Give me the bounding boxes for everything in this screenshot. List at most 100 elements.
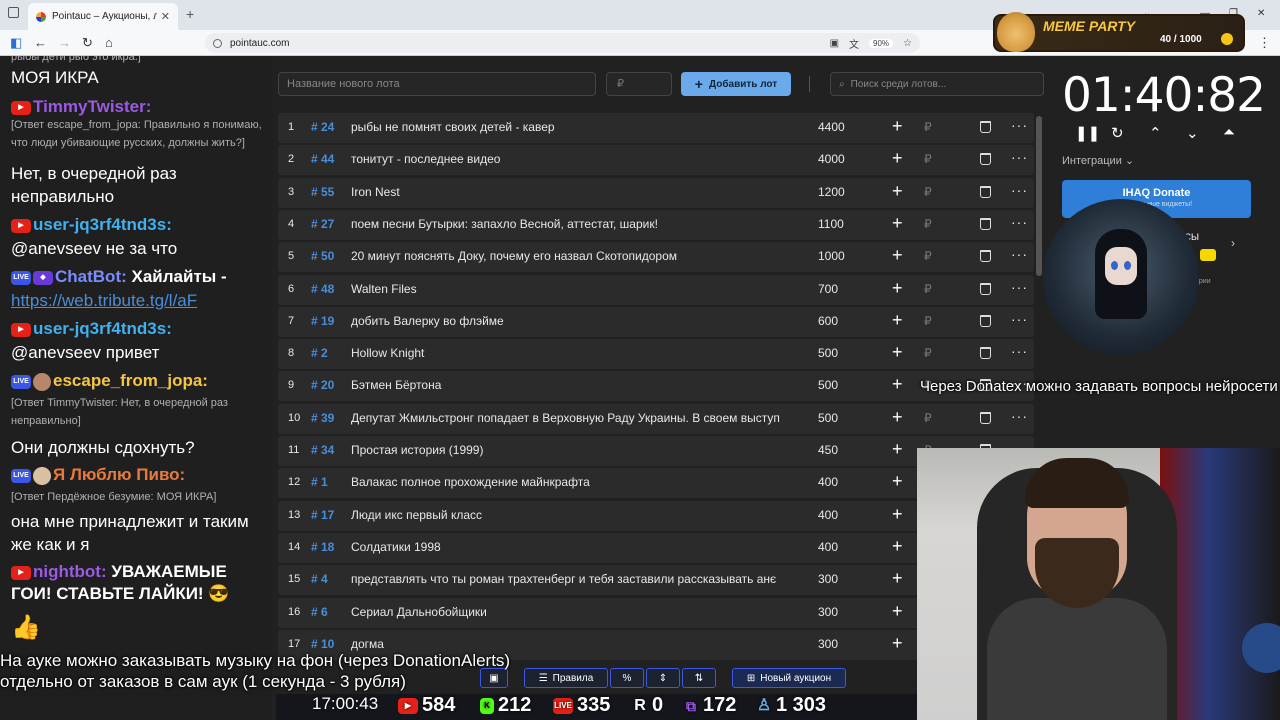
- browser-tab[interactable]: Pointauc – Аукционы, лотереи ✕: [28, 3, 178, 30]
- sort-icon[interactable]: ⇅: [682, 668, 716, 688]
- amount-input[interactable]: ₽: [924, 411, 932, 425]
- lot-name[interactable]: Iron Nest: [351, 185, 803, 199]
- trash-icon[interactable]: [980, 185, 991, 198]
- browser-menu-icon[interactable]: ⋮: [1258, 35, 1271, 51]
- lot-name[interactable]: Депутат Жмильстронг попадает в Верховную…: [351, 411, 803, 425]
- home-icon[interactable]: ⌂: [105, 35, 113, 50]
- pause-icon[interactable]: ❚❚: [1075, 124, 1100, 142]
- new-auction-button[interactable]: ⊞ Новый аукцион: [732, 668, 846, 688]
- amount-input[interactable]: ₽: [924, 249, 932, 263]
- lot-name[interactable]: тонитут - последнее видео: [351, 152, 803, 166]
- lot-name[interactable]: Солдатики 1998: [351, 540, 803, 554]
- save-icon[interactable]: ▣: [480, 668, 508, 688]
- lot-name[interactable]: догма: [351, 637, 803, 651]
- chat-link[interactable]: https://web.tribute.tg/l/aF: [11, 289, 269, 312]
- close-window-icon[interactable]: ✕: [1257, 8, 1265, 19]
- close-tab-icon[interactable]: ✕: [161, 10, 170, 23]
- bookmark-star-icon[interactable]: ☆: [903, 38, 912, 49]
- trash-icon[interactable]: [980, 250, 991, 263]
- decrease-time-icon[interactable]: ⌄: [1186, 124, 1199, 142]
- lot-name[interactable]: Бэтмен Бёртона: [351, 378, 803, 392]
- rules-button[interactable]: ☰ Правила: [524, 668, 608, 688]
- amount-input[interactable]: ₽: [924, 314, 932, 328]
- lot-name[interactable]: поем песни Бутырки: запахло Весной, атте…: [351, 217, 803, 231]
- chevron-right-icon[interactable]: ›: [1231, 236, 1235, 250]
- lot-name[interactable]: Простая история (1999): [351, 443, 803, 457]
- more-options-icon[interactable]: ···: [1011, 214, 1028, 230]
- amount-input[interactable]: ₽: [924, 152, 932, 166]
- lot-row[interactable]: 2 # 44 тонитут - последнее видео 4000 + ₽ ···: [278, 145, 1034, 176]
- lot-name[interactable]: 20 минут пояснять Доку, почему его назва…: [351, 249, 803, 263]
- add-amount-icon[interactable]: +: [892, 116, 903, 137]
- add-amount-icon[interactable]: +: [892, 471, 903, 492]
- trash-icon[interactable]: [980, 153, 991, 166]
- percent-button[interactable]: %: [610, 668, 644, 688]
- add-amount-icon[interactable]: +: [892, 342, 903, 363]
- site-info-icon[interactable]: [213, 38, 222, 48]
- restart-icon[interactable]: ↻: [1111, 124, 1124, 142]
- add-amount-icon[interactable]: +: [892, 278, 903, 299]
- add-amount-icon[interactable]: +: [892, 407, 903, 428]
- trash-icon[interactable]: [980, 217, 991, 230]
- tab-list-icon[interactable]: [8, 7, 19, 18]
- lot-row[interactable]: 1 # 24 рыбы не помнят своих детей - кавер 4…: [278, 113, 1034, 143]
- increase-time-icon[interactable]: ⌃: [1149, 124, 1162, 142]
- amount-input[interactable]: ₽: [924, 282, 932, 296]
- add-amount-icon[interactable]: +: [892, 374, 903, 395]
- lot-row[interactable]: 4 # 27 поем песни Бутырки: запахло Весной,…: [278, 209, 1034, 240]
- new-tab-icon[interactable]: +: [186, 6, 194, 22]
- add-amount-icon[interactable]: +: [892, 536, 903, 557]
- add-amount-icon[interactable]: +: [892, 181, 903, 202]
- more-options-icon[interactable]: ···: [1011, 117, 1028, 133]
- trash-icon[interactable]: [980, 121, 991, 133]
- amount-input[interactable]: ₽: [924, 120, 932, 134]
- lot-price-input[interactable]: ₽: [606, 72, 672, 96]
- lot-name[interactable]: добить Валерку во флэйме: [351, 314, 803, 328]
- add-amount-icon[interactable]: +: [892, 504, 903, 525]
- lot-name[interactable]: Hollow Knight: [351, 346, 803, 360]
- forward-icon[interactable]: →: [58, 35, 71, 50]
- add-amount-icon[interactable]: +: [892, 633, 903, 654]
- lot-name[interactable]: Люди икс первый класс: [351, 508, 803, 522]
- more-options-icon[interactable]: ···: [1011, 246, 1028, 262]
- lot-row[interactable]: 8 # 2 Hollow Knight 500 + ₽ ···: [278, 339, 1034, 370]
- lot-name[interactable]: Walten Files: [351, 282, 803, 296]
- add-amount-icon[interactable]: +: [892, 213, 903, 234]
- amount-input[interactable]: ₽: [924, 185, 932, 199]
- new-lot-input[interactable]: Название нового лота: [278, 72, 596, 96]
- add-amount-icon[interactable]: +: [892, 148, 903, 169]
- lot-row[interactable]: 5 # 50 20 минут пояснять Доку, почему его …: [278, 242, 1034, 273]
- translate-icon[interactable]: 文: [849, 36, 859, 51]
- zoom-badge[interactable]: 90%: [869, 39, 894, 48]
- trash-icon[interactable]: [980, 314, 991, 327]
- reload-icon[interactable]: ↻: [82, 35, 93, 51]
- more-options-icon[interactable]: ···: [1011, 279, 1028, 295]
- trash-icon[interactable]: [980, 347, 991, 360]
- lot-name[interactable]: представлять что ты роман трахтенберг и …: [351, 572, 803, 586]
- lot-row[interactable]: 10 # 39 Депутат Жмильстронг попадает в Вер…: [278, 403, 1034, 434]
- lot-row[interactable]: 6 # 48 Walten Files 700 + ₽ ···: [278, 274, 1034, 305]
- lot-search-input[interactable]: ⌕ Поиск среди лотов...: [830, 72, 1044, 96]
- amount-input[interactable]: ₽: [924, 217, 932, 231]
- split-icon[interactable]: ⇕: [646, 668, 680, 688]
- add-amount-icon[interactable]: +: [892, 568, 903, 589]
- sidebar-toggle-icon[interactable]: ◧: [10, 35, 22, 51]
- back-icon[interactable]: ←: [34, 35, 47, 50]
- amount-input[interactable]: ₽: [924, 346, 932, 360]
- double-up-icon[interactable]: ⏶: [1223, 124, 1235, 141]
- trash-icon[interactable]: [980, 282, 991, 295]
- add-amount-icon[interactable]: +: [892, 601, 903, 622]
- more-options-icon[interactable]: ···: [1011, 343, 1028, 359]
- add-amount-icon[interactable]: +: [892, 245, 903, 266]
- add-amount-icon[interactable]: +: [892, 310, 903, 331]
- trash-icon[interactable]: [980, 411, 991, 424]
- more-options-icon[interactable]: ···: [1011, 149, 1028, 165]
- lot-name[interactable]: рыбы не помнят своих детей - кавер: [351, 120, 803, 134]
- lot-name[interactable]: Валакас полное прохождение майнкрафта: [351, 475, 803, 489]
- reader-mode-icon[interactable]: ▣: [830, 38, 839, 49]
- add-lot-button[interactable]: + Добавить лот: [681, 72, 791, 96]
- lots-scrollbar[interactable]: [1036, 116, 1042, 276]
- more-options-icon[interactable]: ···: [1011, 408, 1028, 424]
- url-field[interactable]: pointauc.com ▣ 文 90% ☆: [205, 33, 920, 53]
- lot-name[interactable]: Сериал Дальнобойщики: [351, 605, 803, 619]
